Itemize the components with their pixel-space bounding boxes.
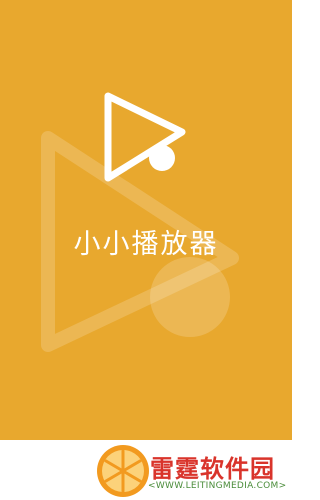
app-name: 小小播放器 (73, 229, 219, 260)
play-logo-icon (104, 92, 186, 182)
watermark-url: <WWW.LEITINGMEDIA.COM> (148, 481, 287, 491)
splash-screen: 小小播放器 雷霆软件园 <WWW.LEITINGMEDIA.COM> (0, 0, 292, 500)
orange-slice-icon (97, 445, 149, 497)
watermark-title: 雷霆软件园 (150, 455, 275, 483)
background-play-icon (41, 131, 239, 352)
splash-background: 小小播放器 (0, 0, 292, 440)
watermark-bar: 雷霆软件园 <WWW.LEITINGMEDIA.COM> (0, 440, 292, 500)
